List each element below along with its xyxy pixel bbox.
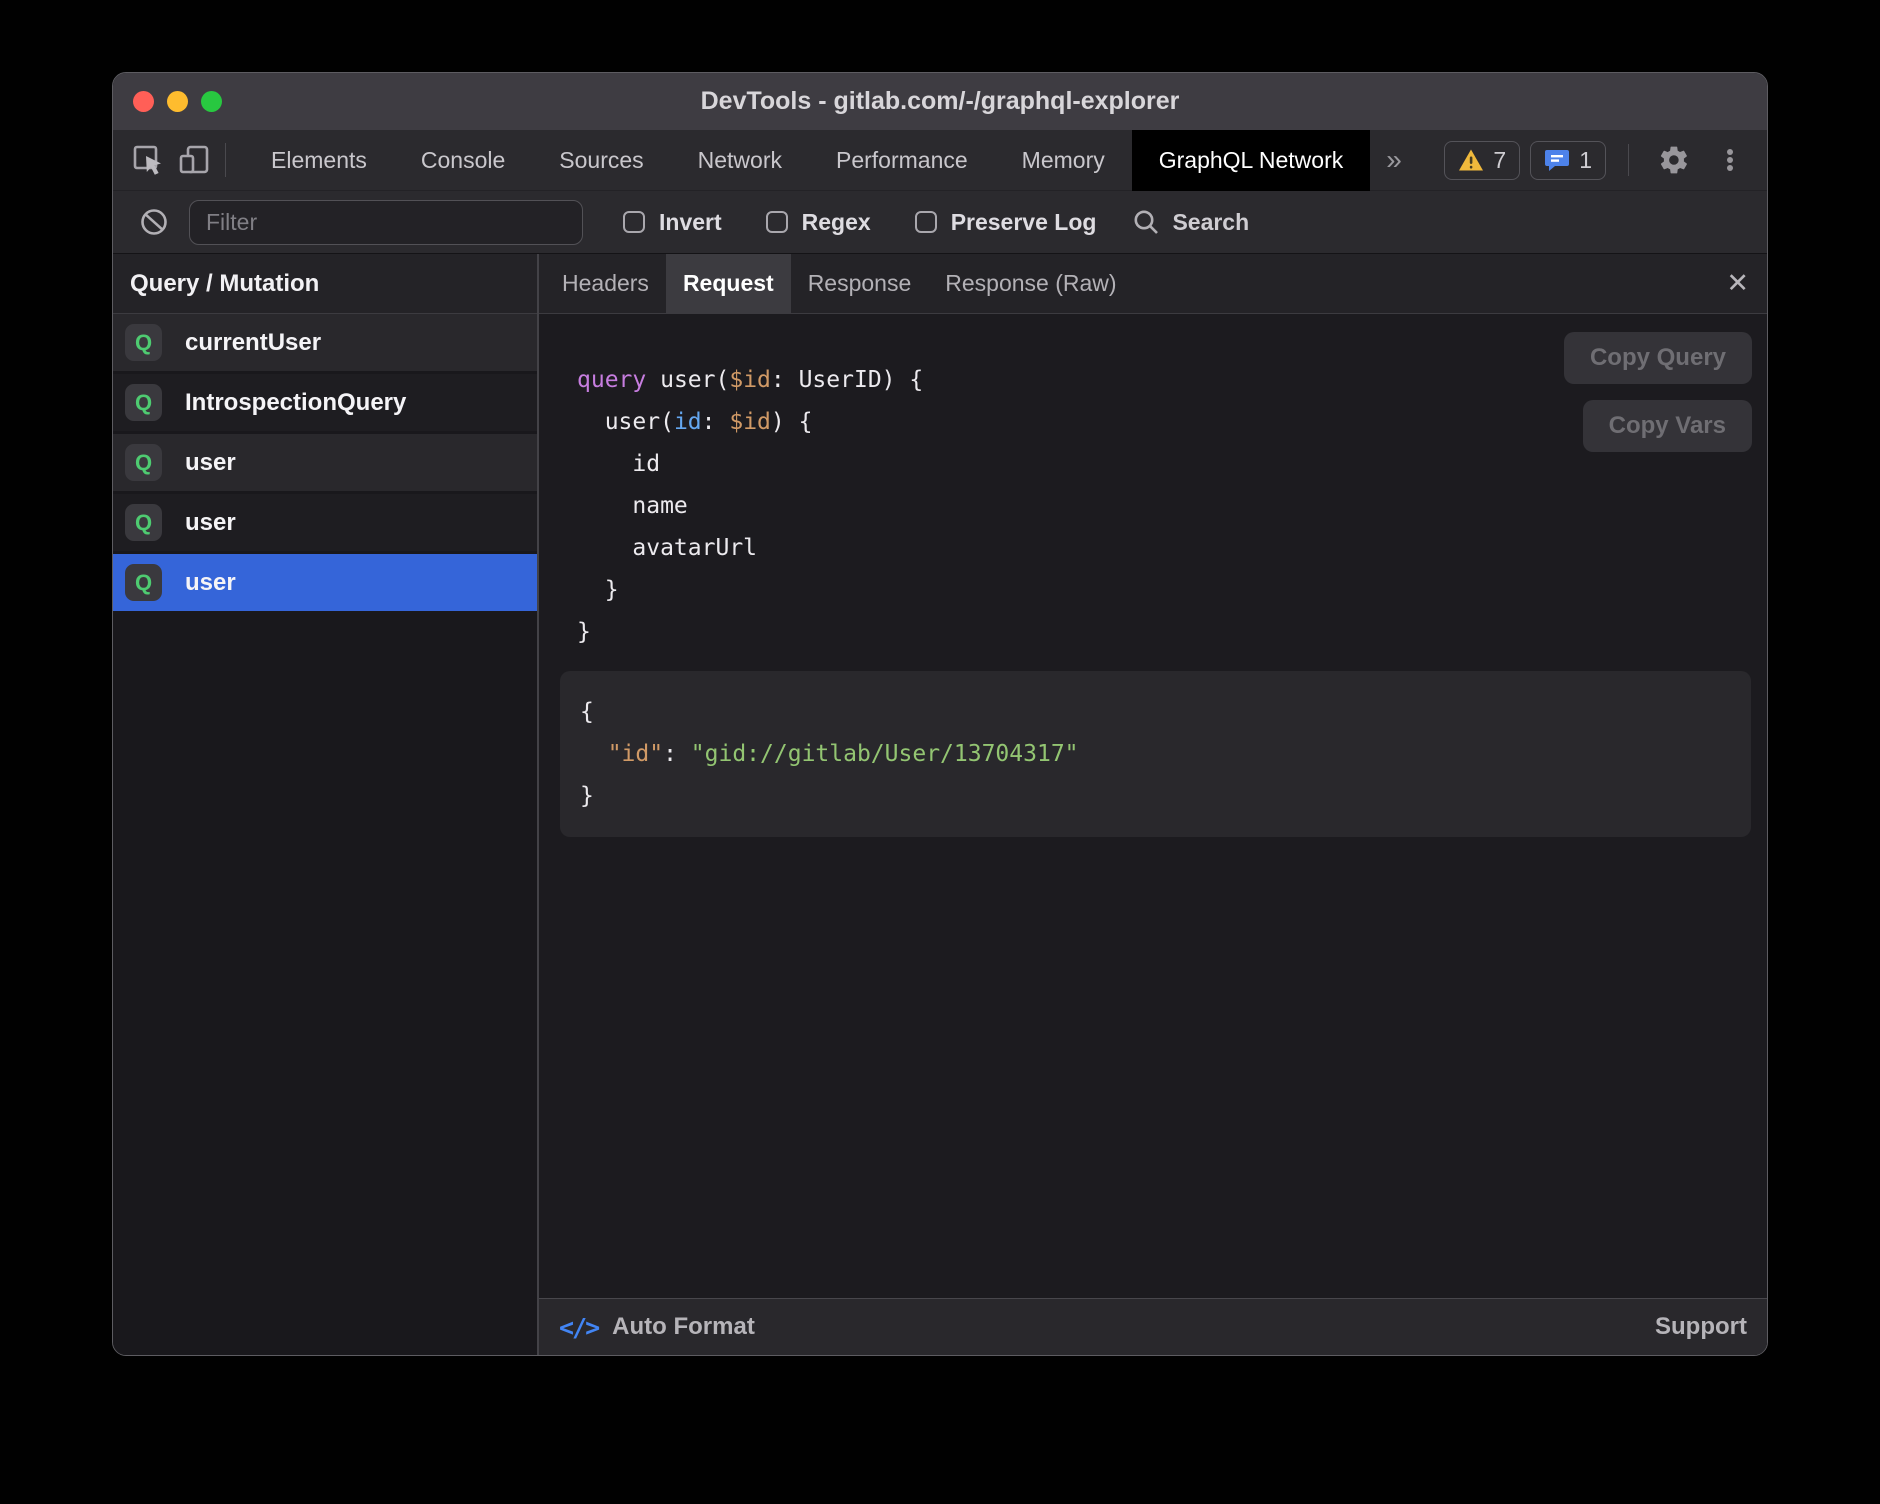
query-list: Q currentUser Q IntrospectionQuery Q use… xyxy=(113,314,537,1355)
checkbox-label: Invert xyxy=(659,209,722,236)
detail-tab[interactable]: Request xyxy=(666,254,791,313)
kebab-menu-icon[interactable] xyxy=(1707,137,1753,183)
query-list-header: Query / Mutation xyxy=(113,254,537,314)
close-detail-icon[interactable]: ✕ xyxy=(1726,254,1749,313)
query-type-badge: Q xyxy=(125,384,162,421)
panel-tab-label: Memory xyxy=(1022,147,1105,174)
request-detail-panel: Headers Request Response Response (Raw) ✕ q… xyxy=(539,254,1767,1355)
query-type-badge: Q xyxy=(125,564,162,601)
traffic-lights xyxy=(133,73,222,130)
query-variables-block: { "id": "gid://gitlab/User/13704317"} xyxy=(560,671,1751,837)
copy-query-button[interactable]: Copy Query xyxy=(1564,332,1752,384)
detail-footer: </> Auto Format Support xyxy=(539,1298,1767,1355)
toolbar-divider xyxy=(225,143,226,177)
detail-tabbar: Headers Request Response Response (Raw) ✕ xyxy=(539,254,1767,314)
query-list-item-label: user xyxy=(185,569,236,597)
panel-tab-label: GraphQL Network xyxy=(1159,147,1344,174)
filter-checkboxes: Invert Regex Preserve Log xyxy=(623,209,1096,236)
panel-tab[interactable]: Memory xyxy=(995,130,1132,191)
issues-badge[interactable]: 1 xyxy=(1530,141,1606,180)
auto-format-button[interactable]: Auto Format xyxy=(612,1313,755,1341)
panel-tabs: Elements Console Sources Network Performance… xyxy=(244,130,1370,191)
checkbox-box[interactable] xyxy=(915,211,937,233)
query-type-badge: Q xyxy=(125,444,162,481)
query-list-item-label: user xyxy=(185,449,236,477)
settings-gear-icon[interactable] xyxy=(1651,137,1697,183)
panel-tab-label: Performance xyxy=(836,147,968,174)
devtools-tabbar: Elements Console Sources Network Performance… xyxy=(113,130,1767,191)
detail-tabs: Headers Request Response Response (Raw) xyxy=(545,254,1134,313)
copy-vars-button[interactable]: Copy Vars xyxy=(1583,400,1752,452)
query-list-item[interactable]: Q user xyxy=(113,434,537,491)
search-control[interactable]: Search xyxy=(1132,208,1249,236)
query-list-item-label: user xyxy=(185,509,236,537)
minimize-window-button[interactable] xyxy=(167,91,188,112)
panel-tab-label: Console xyxy=(421,147,505,174)
request-body: query user($id: UserID) { user(id: $id) … xyxy=(539,314,1767,1298)
detail-tab[interactable]: Response xyxy=(791,254,929,313)
query-list-item-label: IntrospectionQuery xyxy=(185,389,406,417)
query-list-item[interactable]: Q IntrospectionQuery xyxy=(113,374,537,431)
main-split: Query / Mutation Q currentUser Q Introsp… xyxy=(113,254,1767,1355)
panel-tab-label: Elements xyxy=(271,147,367,174)
warning-icon xyxy=(1458,148,1484,172)
detail-tab-label: Response (Raw) xyxy=(945,270,1116,297)
devtools-window: DevTools - gitlab.com/-/graphql-explorer… xyxy=(112,72,1768,1356)
titlebar: DevTools - gitlab.com/-/graphql-explorer xyxy=(113,73,1767,130)
detail-tab-label: Headers xyxy=(562,270,649,297)
panel-tab-label: Network xyxy=(698,147,782,174)
support-link[interactable]: Support xyxy=(1655,1313,1747,1341)
panel-tab-label: Sources xyxy=(559,147,643,174)
query-list-item-label: currentUser xyxy=(185,329,321,357)
window-title: DevTools - gitlab.com/-/graphql-explorer xyxy=(701,87,1180,116)
query-list-panel: Query / Mutation Q currentUser Q Introsp… xyxy=(113,254,539,1355)
issues-count: 1 xyxy=(1579,147,1592,174)
checkbox-label: Regex xyxy=(802,209,871,236)
warnings-badge[interactable]: 7 xyxy=(1444,141,1520,180)
detail-tab-label: Response xyxy=(808,270,912,297)
filter-toolbar: Invert Regex Preserve Log Search xyxy=(113,191,1767,254)
more-tabs-chevron-icon[interactable]: » xyxy=(1370,144,1418,176)
code-brackets-icon: </> xyxy=(559,1313,598,1342)
detail-tab[interactable]: Headers xyxy=(545,254,666,313)
checkbox-label: Preserve Log xyxy=(951,209,1097,236)
inspect-element-icon[interactable] xyxy=(125,137,171,183)
panel-tab[interactable]: Elements xyxy=(244,130,394,191)
warning-count: 7 xyxy=(1493,147,1506,174)
filter-checkbox[interactable]: Regex xyxy=(766,209,871,236)
checkbox-box[interactable] xyxy=(766,211,788,233)
query-type-badge: Q xyxy=(125,504,162,541)
query-type-badge: Q xyxy=(125,324,162,361)
detail-tab[interactable]: Response (Raw) xyxy=(928,254,1133,313)
badges-divider xyxy=(1628,144,1629,176)
message-icon xyxy=(1544,148,1570,172)
filter-input[interactable] xyxy=(189,200,583,245)
query-list-item[interactable]: Q user xyxy=(113,554,537,611)
clear-filter-icon[interactable] xyxy=(131,199,177,245)
checkbox-box[interactable] xyxy=(623,211,645,233)
detail-tab-label: Request xyxy=(683,270,774,297)
query-list-item[interactable]: Q currentUser xyxy=(113,314,537,371)
panel-tab[interactable]: Sources xyxy=(532,130,670,191)
filter-checkbox[interactable]: Invert xyxy=(623,209,722,236)
status-badges: 7 1 xyxy=(1444,137,1753,183)
copy-buttons: Copy Query Copy Vars xyxy=(1564,332,1752,452)
panel-tab[interactable]: Performance xyxy=(809,130,995,191)
search-icon xyxy=(1132,208,1160,236)
maximize-window-button[interactable] xyxy=(201,91,222,112)
close-window-button[interactable] xyxy=(133,91,154,112)
query-list-item[interactable]: Q user xyxy=(113,494,537,551)
panel-tab[interactable]: GraphQL Network xyxy=(1132,130,1371,191)
device-toolbar-icon[interactable] xyxy=(171,137,217,183)
search-label: Search xyxy=(1172,209,1249,236)
panel-tab[interactable]: Console xyxy=(394,130,532,191)
filter-checkbox[interactable]: Preserve Log xyxy=(915,209,1097,236)
panel-tab[interactable]: Network xyxy=(671,130,809,191)
